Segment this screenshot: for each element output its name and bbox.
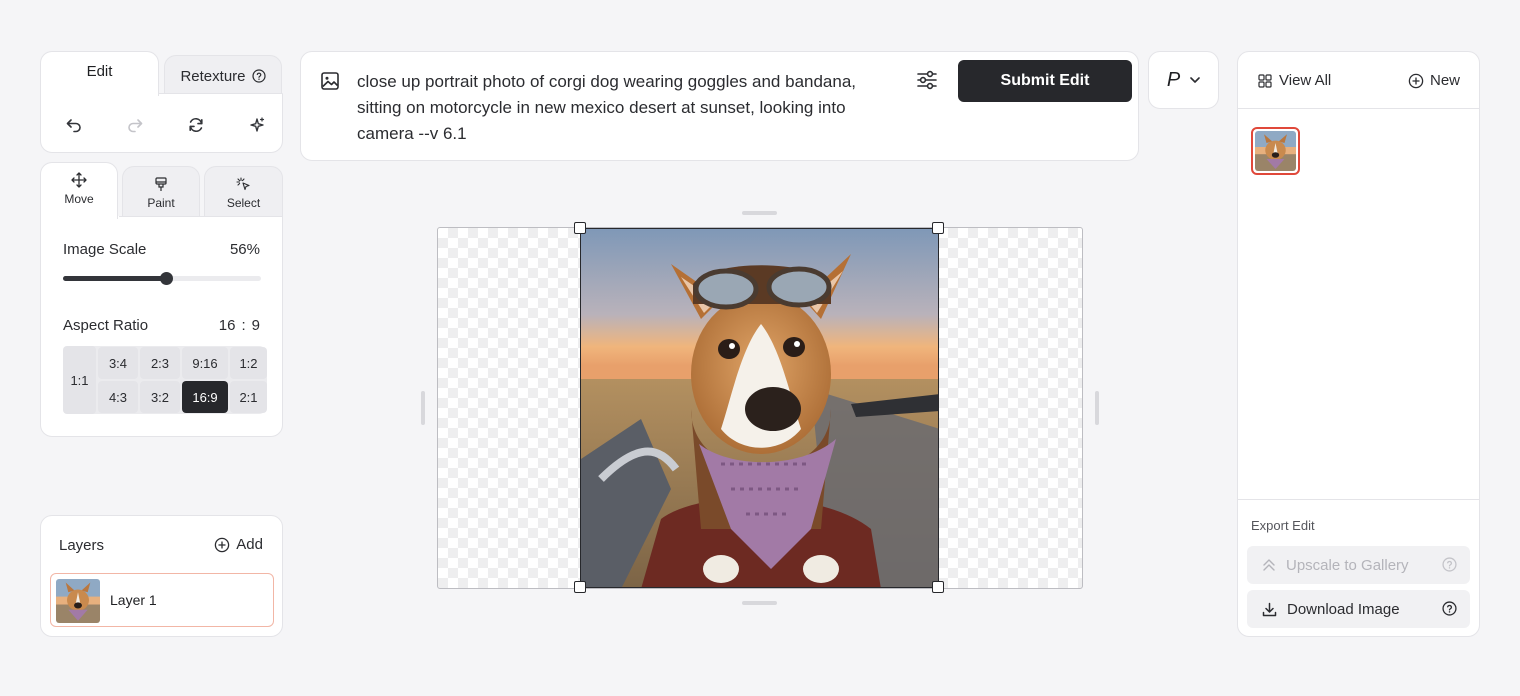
move-settings-panel: Image Scale 56% Aspect Ratio 16 : 9 1:1 … (40, 216, 283, 437)
new-label: New (1429, 72, 1460, 89)
resize-handle-bottom-left[interactable] (574, 581, 586, 593)
download-image-button[interactable]: Download Image (1247, 590, 1470, 628)
download-icon (1262, 602, 1277, 617)
gallery-thumbnail-image (1255, 131, 1296, 171)
image-scale-value: 56% (229, 241, 260, 258)
ratio-option[interactable]: 9:16 (182, 347, 228, 379)
model-selector-value: P (1166, 68, 1181, 91)
redo-icon[interactable] (124, 114, 146, 136)
aspect-ratio-label: Aspect Ratio (63, 317, 149, 334)
prompt-panel: close up portrait photo of corgi dog wea… (300, 51, 1139, 161)
ratio-option[interactable]: 3:4 (98, 347, 138, 379)
aspect-ratio-separator: : (241, 317, 246, 334)
layers-panel: Layers Add Layer 1 (40, 515, 283, 637)
paint-brush-icon (154, 177, 168, 192)
prompt-input[interactable]: close up portrait photo of corgi dog wea… (357, 69, 902, 147)
view-all-button[interactable]: View All (1258, 72, 1331, 89)
gallery-panel: View All New Export Edit Upscale to Gall… (1237, 51, 1480, 637)
resize-handle-top-left[interactable] (574, 222, 586, 234)
sparkle-icon[interactable] (246, 114, 268, 136)
gallery-header: View All New (1238, 52, 1479, 109)
undo-icon[interactable] (63, 114, 85, 136)
move-arrows-icon (71, 172, 87, 188)
double-chevron-up-icon (1262, 558, 1276, 572)
select-pointer-icon (236, 177, 251, 192)
layers-title: Layers (59, 537, 105, 554)
ratio-option[interactable]: 3:2 (140, 381, 180, 413)
aspect-ratio-grid: 1:1 3:4 2:3 9:16 1:2 4:3 3:2 16:9 2:1 (63, 346, 267, 414)
canvas-image[interactable] (580, 228, 939, 588)
chevron-down-icon (1190, 76, 1200, 84)
aspect-ratio-height: 9 (251, 317, 260, 334)
new-button[interactable]: New (1408, 72, 1460, 89)
upscale-label: Upscale to Gallery (1286, 556, 1409, 574)
ratio-option[interactable]: 2:3 (140, 347, 180, 379)
layer-name: Layer 1 (110, 592, 157, 608)
ratio-option-square[interactable]: 1:1 (63, 346, 96, 414)
canvas-left-grip[interactable] (421, 391, 425, 425)
settings-sliders-icon[interactable] (916, 69, 938, 91)
tab-retexture-label: Retexture (180, 67, 246, 85)
tab-select[interactable]: Select (204, 166, 283, 218)
tab-move[interactable]: Move (40, 162, 118, 219)
canvas-right-grip[interactable] (1095, 391, 1099, 425)
submit-edit-button[interactable]: Submit Edit (958, 60, 1132, 102)
history-toolbar (40, 93, 283, 153)
resize-handle-top-right[interactable] (932, 222, 944, 234)
export-title: Export Edit (1251, 518, 1315, 533)
view-all-label: View All (1279, 72, 1332, 89)
aspect-ratio-width: 16 (218, 317, 236, 334)
tab-select-label: Select (226, 196, 261, 210)
ratio-option[interactable]: 2:1 (230, 381, 267, 413)
image-scale-slider-fill (63, 276, 166, 281)
export-divider (1238, 499, 1479, 500)
ratio-option-selected[interactable]: 16:9 (182, 381, 228, 413)
download-label: Download Image (1287, 600, 1400, 618)
image-scale-slider-thumb[interactable] (160, 272, 173, 285)
tab-paint-label: Paint (147, 196, 175, 210)
tab-edit[interactable]: Edit (40, 51, 159, 96)
tab-move-label: Move (64, 192, 94, 206)
ratio-option[interactable]: 1:2 (230, 347, 267, 379)
canvas-top-grip[interactable] (742, 211, 777, 215)
corgi-photo (581, 229, 938, 587)
tab-edit-label: Edit (86, 62, 113, 80)
layer-item[interactable]: Layer 1 (50, 573, 274, 627)
image-scale-slider[interactable] (63, 272, 261, 285)
image-icon (320, 71, 340, 91)
aspect-ratio-value: 16 : 9 (219, 317, 260, 334)
ratio-option[interactable]: 4:3 (98, 381, 138, 413)
help-circle-icon[interactable] (1442, 557, 1457, 572)
image-scale-label: Image Scale (63, 241, 147, 258)
canvas-bottom-grip[interactable] (742, 601, 777, 605)
add-layer-button[interactable]: Add (214, 536, 263, 553)
plus-circle-icon (214, 537, 230, 553)
layer-thumbnail (56, 579, 100, 623)
help-circle-icon[interactable] (251, 69, 266, 83)
refresh-icon[interactable] (185, 114, 207, 136)
plus-circle-icon (1408, 73, 1424, 89)
resize-handle-bottom-right[interactable] (932, 581, 944, 593)
help-circle-icon[interactable] (1442, 601, 1457, 616)
tab-paint[interactable]: Paint (122, 166, 200, 218)
upscale-to-gallery-button[interactable]: Upscale to Gallery (1247, 546, 1470, 584)
gallery-thumbnail-selected[interactable] (1251, 127, 1300, 175)
grid-icon (1258, 73, 1272, 88)
add-layer-label: Add (236, 536, 263, 553)
tab-retexture[interactable]: Retexture (164, 55, 282, 96)
model-selector[interactable]: P (1148, 51, 1219, 109)
